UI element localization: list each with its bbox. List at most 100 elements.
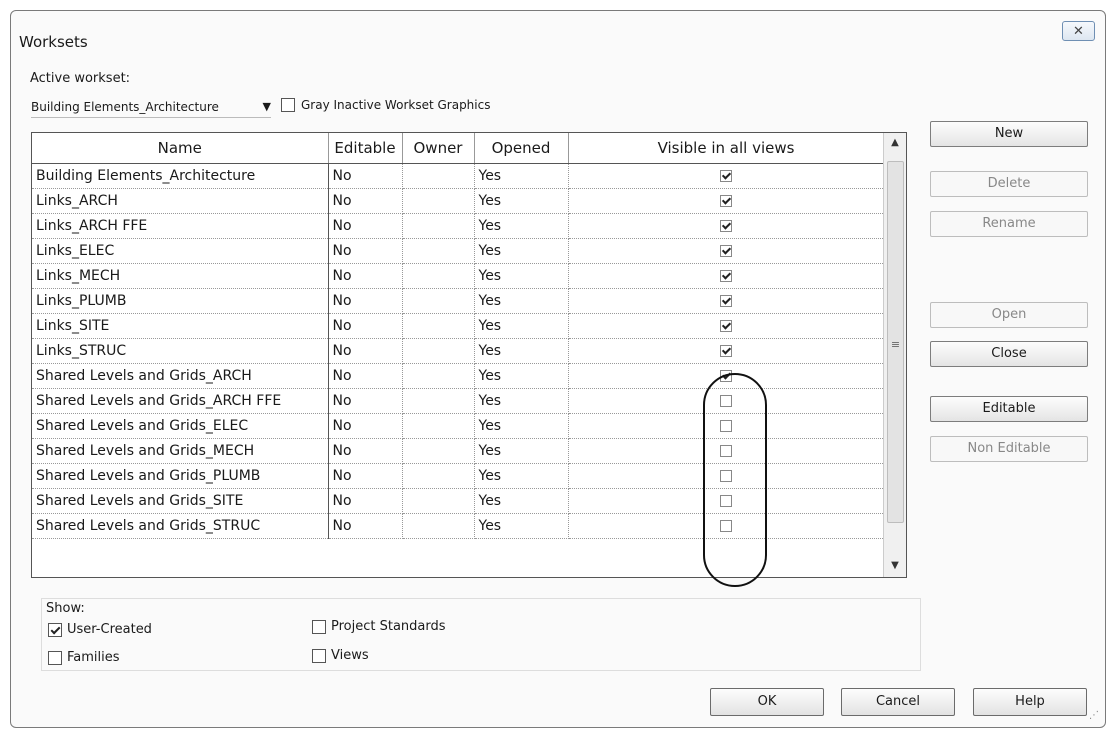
table-row[interactable]: Links_STRUC No Yes [32, 338, 885, 364]
workset-name-cell[interactable]: Links_PLUMB [32, 288, 329, 314]
workset-name-cell[interactable]: Shared Levels and Grids_MECH [32, 438, 329, 464]
opened-cell[interactable]: Yes [474, 213, 569, 239]
column-header-owner[interactable]: Owner [402, 133, 475, 164]
editable-cell[interactable]: No [328, 313, 403, 339]
owner-cell[interactable] [402, 513, 475, 539]
workset-name-cell[interactable]: Shared Levels and Grids_STRUC [32, 513, 329, 539]
owner-cell[interactable] [402, 463, 475, 489]
editable-cell[interactable]: No [328, 513, 403, 539]
editable-cell[interactable]: No [328, 463, 403, 489]
workset-name-cell[interactable]: Shared Levels and Grids_ARCH [32, 363, 329, 389]
active-workset-dropdown[interactable]: Building Elements_Architecture ▼ [31, 97, 271, 118]
visible-checkbox[interactable] [720, 195, 732, 207]
project-standards-checkbox[interactable] [312, 619, 326, 634]
editable-cell[interactable]: No [328, 363, 403, 389]
owner-cell[interactable] [402, 263, 475, 289]
workset-name-cell[interactable]: Shared Levels and Grids_ARCH FFE [32, 388, 329, 414]
editable-cell[interactable]: No [328, 188, 403, 214]
owner-cell[interactable] [402, 163, 475, 189]
owner-cell[interactable] [402, 313, 475, 339]
workset-name-cell[interactable]: Links_STRUC [32, 338, 329, 364]
workset-name-cell[interactable]: Links_ARCH FFE [32, 213, 329, 239]
opened-cell[interactable]: Yes [474, 438, 569, 464]
workset-name-cell[interactable]: Links_ARCH [32, 188, 329, 214]
table-row[interactable]: Shared Levels and Grids_ELEC No Yes [32, 413, 885, 439]
workset-name-cell[interactable]: Building Elements_Architecture [32, 163, 329, 189]
views-checkbox[interactable] [312, 648, 326, 663]
owner-cell[interactable] [402, 213, 475, 239]
owner-cell[interactable] [402, 288, 475, 314]
cancel-button[interactable]: Cancel [841, 688, 955, 716]
families-option[interactable]: Families [48, 650, 120, 665]
table-row[interactable]: Links_SITE No Yes [32, 313, 885, 339]
user-created-option[interactable]: User-Created [48, 622, 152, 637]
editable-button[interactable]: Editable [930, 396, 1088, 422]
opened-cell[interactable]: Yes [474, 238, 569, 264]
vertical-scrollbar[interactable]: ▲ ≡ ▼ [883, 133, 906, 577]
gray-inactive-checkbox[interactable] [281, 98, 295, 112]
table-row[interactable]: Shared Levels and Grids_MECH No Yes [32, 438, 885, 464]
visible-checkbox[interactable] [720, 395, 732, 407]
owner-cell[interactable] [402, 413, 475, 439]
visible-checkbox[interactable] [720, 320, 732, 332]
visible-checkbox[interactable] [720, 245, 732, 257]
open-button[interactable]: Open [930, 302, 1088, 328]
editable-cell[interactable]: No [328, 338, 403, 364]
editable-cell[interactable]: No [328, 213, 403, 239]
owner-cell[interactable] [402, 363, 475, 389]
visible-checkbox[interactable] [720, 220, 732, 232]
visible-checkbox[interactable] [720, 270, 732, 282]
ok-button[interactable]: OK [710, 688, 824, 716]
editable-cell[interactable]: No [328, 163, 403, 189]
gray-inactive-option[interactable]: Gray Inactive Workset Graphics [281, 98, 490, 112]
visible-checkbox[interactable] [720, 495, 732, 507]
owner-cell[interactable] [402, 388, 475, 414]
chevron-down-icon[interactable]: ▼ [263, 97, 271, 117]
editable-cell[interactable]: No [328, 388, 403, 414]
close-button[interactable]: Close [930, 341, 1088, 367]
delete-button[interactable]: Delete [930, 171, 1088, 197]
opened-cell[interactable]: Yes [474, 163, 569, 189]
table-row[interactable]: Links_ARCH FFE No Yes [32, 213, 885, 239]
owner-cell[interactable] [402, 238, 475, 264]
workset-name-cell[interactable]: Links_ELEC [32, 238, 329, 264]
new-button[interactable]: New [930, 121, 1088, 147]
editable-cell[interactable]: No [328, 263, 403, 289]
opened-cell[interactable]: Yes [474, 188, 569, 214]
visible-checkbox[interactable] [720, 295, 732, 307]
table-row[interactable]: Links_MECH No Yes [32, 263, 885, 289]
opened-cell[interactable]: Yes [474, 263, 569, 289]
visible-checkbox[interactable] [720, 345, 732, 357]
table-row[interactable]: Shared Levels and Grids_ARCH No Yes [32, 363, 885, 389]
scroll-down-icon[interactable]: ▼ [884, 560, 906, 571]
workset-name-cell[interactable]: Shared Levels and Grids_PLUMB [32, 463, 329, 489]
column-header-visible[interactable]: Visible in all views [568, 133, 885, 164]
table-row[interactable]: Links_ELEC No Yes [32, 238, 885, 264]
project-standards-option[interactable]: Project Standards [312, 619, 446, 634]
editable-cell[interactable]: No [328, 488, 403, 514]
families-checkbox[interactable] [48, 650, 62, 665]
visible-checkbox[interactable] [720, 170, 732, 182]
table-row[interactable]: Shared Levels and Grids_SITE No Yes [32, 488, 885, 514]
opened-cell[interactable]: Yes [474, 513, 569, 539]
visible-checkbox[interactable] [720, 470, 732, 482]
opened-cell[interactable]: Yes [474, 338, 569, 364]
views-option[interactable]: Views [312, 648, 369, 663]
table-row[interactable]: Building Elements_Architecture No Yes [32, 163, 885, 189]
workset-name-cell[interactable]: Shared Levels and Grids_ELEC [32, 413, 329, 439]
table-row[interactable]: Shared Levels and Grids_ARCH FFE No Yes [32, 388, 885, 414]
help-button[interactable]: Help [973, 688, 1087, 716]
opened-cell[interactable]: Yes [474, 313, 569, 339]
non-editable-button[interactable]: Non Editable [930, 436, 1088, 462]
visible-checkbox[interactable] [720, 420, 732, 432]
scrollbar-thumb[interactable]: ≡ [887, 161, 904, 523]
table-row[interactable]: Shared Levels and Grids_STRUC No Yes [32, 513, 885, 539]
editable-cell[interactable]: No [328, 413, 403, 439]
column-header-opened[interactable]: Opened [474, 133, 569, 164]
opened-cell[interactable]: Yes [474, 463, 569, 489]
editable-cell[interactable]: No [328, 238, 403, 264]
rename-button[interactable]: Rename [930, 211, 1088, 237]
workset-name-cell[interactable]: Links_MECH [32, 263, 329, 289]
owner-cell[interactable] [402, 438, 475, 464]
column-header-name[interactable]: Name [32, 133, 329, 164]
